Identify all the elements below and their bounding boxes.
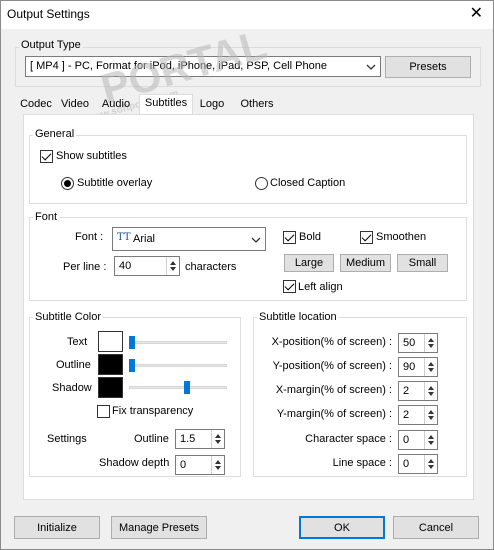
subtitle-location-label: Subtitle location: [257, 311, 339, 323]
smoothen-label: Smoothen: [376, 231, 427, 243]
x-position-value: 50: [403, 337, 416, 349]
x-margin-stepper[interactable]: 2: [398, 381, 438, 401]
tab-codec[interactable]: Codec: [19, 96, 53, 114]
shadow-color-label: Shadow: [52, 382, 92, 394]
close-icon[interactable]: ✕: [470, 4, 483, 24]
tab-video[interactable]: Video: [59, 96, 91, 114]
spinner-arrows: [424, 334, 437, 352]
character-space-value: 0: [403, 434, 410, 446]
fix-transparency-checkbox[interactable]: [97, 405, 110, 418]
line-space-label: Line space :: [332, 457, 392, 469]
x-position-stepper[interactable]: 50: [398, 333, 438, 353]
output-type-label: Output Type: [19, 39, 83, 51]
y-margin-stepper[interactable]: 2: [398, 405, 438, 425]
per-line-value: 40: [119, 260, 132, 272]
outline-setting-label: Outline: [134, 433, 169, 445]
line-space-stepper[interactable]: 0: [398, 454, 438, 474]
general-label: General: [33, 128, 77, 140]
text-color-label: Text: [67, 336, 88, 348]
font-value: Arial: [133, 233, 156, 245]
shadow-opacity-thumb[interactable]: [184, 381, 191, 394]
outline-setting-value: 1.5: [180, 433, 196, 445]
cancel-button[interactable]: Cancel: [393, 516, 479, 539]
closed-caption-label: Closed Caption: [270, 177, 346, 189]
output-settings-window: Output Settings ✕ Output Type [ MP4 ] - …: [0, 0, 494, 550]
font-name-label: Font :: [75, 231, 104, 243]
chevron-down-icon: [251, 237, 261, 243]
characters-label: characters: [185, 261, 237, 273]
x-position-label: X-position(% of screen) :: [271, 336, 392, 348]
outline-opacity-slider[interactable]: [129, 364, 227, 367]
window-title: Output Settings: [7, 7, 90, 21]
tab-others[interactable]: Others: [237, 96, 277, 114]
presets-button[interactable]: Presets: [385, 56, 471, 78]
settings-label: Settings: [47, 433, 87, 445]
text-opacity-thumb[interactable]: [129, 336, 135, 349]
closed-caption-radio[interactable]: [255, 177, 268, 190]
text-opacity-slider[interactable]: [129, 341, 227, 344]
y-position-value: 90: [403, 361, 416, 373]
y-position-stepper[interactable]: 90: [398, 357, 438, 377]
y-position-label: Y-position(% of screen) :: [272, 360, 392, 372]
per-line-label: Per line :: [63, 261, 107, 273]
spinner-arrows: [424, 406, 437, 424]
y-margin-label: Y-margin(% of screen) :: [276, 408, 392, 420]
tab-audio[interactable]: Audio: [99, 96, 133, 114]
x-margin-label: X-margin(% of screen) :: [275, 384, 392, 396]
per-line-stepper[interactable]: 40: [114, 256, 180, 276]
shadow-opacity-slider[interactable]: [129, 386, 227, 389]
shadow-depth-label: Shadow depth: [99, 457, 170, 469]
tab-logo[interactable]: Logo: [195, 96, 229, 114]
large-button[interactable]: Large: [284, 254, 334, 272]
spinner-arrows: [211, 430, 224, 448]
tab-logo-label: Logo: [199, 98, 225, 110]
subtitle-overlay-label: Subtitle overlay: [77, 177, 153, 189]
character-space-label: Character space :: [305, 433, 392, 445]
tab-subtitles-label: Subtitles: [144, 97, 188, 109]
initialize-button[interactable]: Initialize: [14, 516, 100, 539]
spinner-arrows: [424, 382, 437, 400]
spinner-arrows: [424, 455, 437, 473]
shadow-depth-value: 0: [180, 459, 187, 471]
show-subtitles-label: Show subtitles: [56, 150, 127, 162]
text-color-swatch[interactable]: [98, 331, 123, 352]
spinner-arrows: [211, 456, 224, 474]
shadow-depth-stepper[interactable]: 0: [175, 455, 225, 475]
outline-color-label: Outline: [56, 359, 91, 371]
smoothen-checkbox[interactable]: [360, 231, 373, 244]
left-align-label: Left align: [298, 281, 343, 293]
y-margin-value: 2: [403, 409, 410, 421]
ok-button[interactable]: OK: [299, 516, 385, 539]
small-button[interactable]: Small: [397, 254, 448, 272]
character-space-stepper[interactable]: 0: [398, 430, 438, 450]
tab-video-label: Video: [61, 98, 89, 110]
chevron-down-icon: [366, 64, 376, 70]
font-select[interactable]: TT Arial: [112, 227, 266, 251]
outline-opacity-thumb[interactable]: [129, 359, 135, 372]
show-subtitles-checkbox[interactable]: [40, 150, 53, 163]
tab-codec-label: Codec: [20, 98, 52, 110]
subtitle-overlay-radio[interactable]: [61, 177, 74, 190]
line-space-value: 0: [403, 458, 410, 470]
bold-label: Bold: [299, 231, 322, 243]
spinner-arrows: [424, 431, 437, 449]
tab-subtitles[interactable]: Subtitles: [139, 94, 193, 115]
medium-button[interactable]: Medium: [340, 254, 391, 272]
general-group: [29, 135, 467, 204]
x-margin-value: 2: [403, 385, 410, 397]
outline-setting-stepper[interactable]: 1.5: [175, 429, 225, 449]
left-align-checkbox[interactable]: [283, 280, 296, 293]
font-label: Font: [33, 211, 60, 223]
manage-presets-button[interactable]: Manage Presets: [111, 516, 207, 539]
font-type-icon: TT: [117, 232, 131, 243]
outline-color-swatch[interactable]: [98, 354, 123, 375]
spinner-arrows: [166, 257, 179, 275]
tab-audio-label: Audio: [101, 98, 131, 110]
tab-others-label: Others: [240, 98, 274, 110]
subtitle-color-label: Subtitle Color: [33, 311, 104, 323]
spinner-arrows: [424, 358, 437, 376]
bold-checkbox[interactable]: [283, 231, 296, 244]
fix-transparency-label: Fix transparency: [112, 405, 194, 417]
shadow-color-swatch[interactable]: [98, 377, 123, 398]
